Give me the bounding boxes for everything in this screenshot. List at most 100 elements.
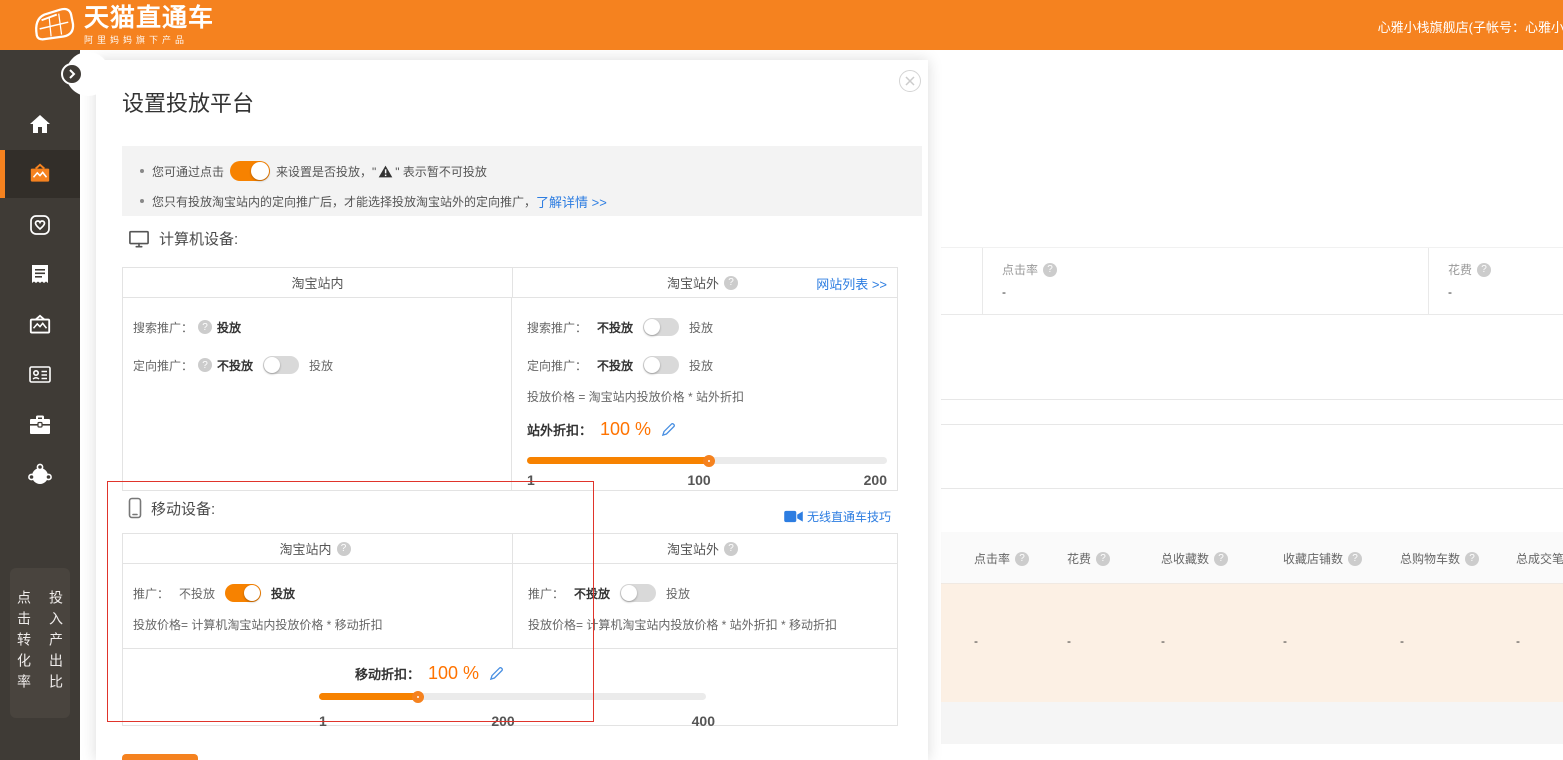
offsite-discount-label: 站外折扣： (527, 420, 592, 439)
computer-offsite-header: 淘宝站外 ? 网站列表 >> (513, 268, 897, 297)
sidebar-item-home[interactable] (0, 100, 80, 148)
help-icon[interactable]: ? (1096, 552, 1110, 566)
offsite-slider-handle[interactable] (703, 455, 715, 467)
monitor-icon (128, 229, 150, 249)
mobile-discount-slider[interactable] (319, 693, 706, 700)
scale-mid: 200 (491, 713, 514, 729)
confirm-button[interactable] (122, 754, 198, 760)
top-bar: 天猫直通车 阿里妈妈旗下产品 心雅小栈旗舰店(子帐号：心雅小栈 (0, 0, 1563, 50)
wireless-tips-link[interactable]: 无线直通车技巧 (780, 508, 891, 525)
sidebar-expand-button[interactable] (61, 63, 83, 85)
sidebar-item-favorites[interactable] (0, 201, 80, 249)
help-icon[interactable]: ? (724, 542, 738, 556)
help-icon[interactable]: ? (337, 542, 351, 556)
mobile-discount-row: 移动折扣： 100 % 1 200 400 (123, 648, 897, 725)
help-icon[interactable]: ? (198, 358, 212, 372)
status-off: 不投放 (179, 585, 215, 602)
status-off: 不投放 (217, 357, 253, 374)
computer-offsite-discount: 站外折扣： 100 % (527, 415, 887, 443)
mobile-slider-handle[interactable] (412, 691, 424, 703)
target-promo-label: 定向推广： (133, 357, 193, 374)
offsite-discount-slider[interactable] (527, 457, 887, 464)
promo-label: 推广： (528, 585, 564, 602)
edit-pencil-icon[interactable] (489, 666, 504, 681)
mobile-offsite-promo-row: 推广： 不投放 投放 (528, 578, 887, 608)
phone-icon (128, 497, 142, 519)
mobile-onsite-promo-row: 推广： 不投放 投放 (133, 578, 502, 608)
notice-text: 您只有投放淘宝站内的定向推广后，才能选择投放淘宝站外的定向推广， (152, 193, 536, 210)
mobile-onsite-formula: 投放价格= 计算机淘宝站内投放价格 * 移动折扣 (133, 616, 502, 633)
train-logo-icon (30, 6, 76, 46)
sidebar-item-tools[interactable] (0, 401, 80, 449)
notice-line-1: 您可通过点击 来设置是否投放，" " 表示暂不可投放 (140, 158, 904, 184)
briefcase-icon (28, 414, 52, 436)
sidebar-item-campaign[interactable] (0, 150, 80, 198)
scale-max: 400 (692, 713, 715, 729)
mobile-offsite-promo-toggle[interactable] (620, 584, 656, 602)
bullet-icon (140, 169, 144, 173)
status-on: 投放 (689, 357, 713, 374)
help-icon[interactable]: ? (1214, 552, 1228, 566)
report-table-footer-row (941, 702, 1563, 744)
help-icon[interactable]: ? (1348, 552, 1362, 566)
help-icon[interactable]: ? (198, 320, 212, 334)
video-camera-icon (784, 510, 803, 523)
account-name[interactable]: 心雅小栈旗舰店(子帐号：心雅小栈 (1378, 17, 1563, 36)
sidebar-item-network[interactable] (0, 451, 80, 499)
sidebar-metrics-panel[interactable]: 点击转化率 投入产出比 (10, 568, 70, 718)
col-header-carts: 总购物车数? (1400, 550, 1484, 567)
mobile-platform-table: 淘宝站内 ? 淘宝站外 ? 推广： 不投放 投放 投放价格= 计算机淘宝站内投 (122, 533, 898, 726)
app-logo[interactable]: 天猫直通车 阿里妈妈旗下产品 (30, 5, 214, 46)
report-table-row[interactable]: - - - - - - (941, 584, 1563, 702)
sidebar-item-accounts[interactable] (0, 351, 80, 399)
edit-pencil-icon[interactable] (661, 422, 676, 437)
computer-offsite-target-toggle[interactable] (643, 356, 679, 374)
app-title: 天猫直通车 (84, 5, 214, 31)
learn-more-link[interactable]: 了解详情 >> (536, 192, 607, 211)
stat-cost-label: 花费 (1448, 261, 1472, 278)
scale-max: 200 (864, 472, 887, 488)
divider (941, 488, 1563, 489)
help-icon[interactable]: ? (1465, 552, 1479, 566)
page: 天猫直通车 阿里妈妈旗下产品 心雅小栈旗舰店(子帐号：心雅小栈 (0, 0, 1563, 760)
help-icon[interactable]: ? (724, 276, 738, 290)
sidebar-item-reports[interactable] (0, 251, 80, 299)
modal-close-button[interactable] (899, 70, 921, 92)
divider (941, 424, 1563, 425)
computer-section-title: 计算机设备: (159, 228, 238, 249)
offsite-discount-value: 100 % (600, 419, 651, 440)
bullet-icon (140, 199, 144, 203)
notice-text: 来设置是否投放，" (276, 163, 376, 180)
help-icon[interactable]: ? (1015, 552, 1029, 566)
computer-onsite-target-row: 定向推广： ? 不投放 投放 (133, 350, 501, 380)
campaign-image-icon (27, 161, 53, 187)
computer-offsite-search-toggle[interactable] (643, 318, 679, 336)
mobile-discount-value: 100 % (428, 663, 479, 684)
status-off: 不投放 (574, 585, 610, 602)
col-header-cost: 花费? (1067, 550, 1115, 567)
computer-offsite-search-row: 搜索推广： 不投放 投放 (527, 312, 887, 342)
col-header-favorites: 总收藏数? (1161, 550, 1233, 567)
picture-icon (27, 312, 53, 338)
search-promo-label: 搜索推广： (527, 319, 587, 336)
cell-value: - (1161, 634, 1165, 648)
sidebar-item-creatives[interactable] (0, 301, 80, 349)
stat-ctr-value: - (1002, 285, 1428, 299)
scale-min: 1 (319, 713, 327, 729)
notice-line-2: 您只有投放淘宝站内的定向推广后，才能选择投放淘宝站外的定向推广， 了解详情 >> (140, 188, 904, 214)
help-icon[interactable]: ? (1477, 263, 1491, 277)
status-on: 投放 (271, 585, 295, 602)
notice-box: 您可通过点击 来设置是否投放，" " 表示暂不可投放 您只有投放淘宝站内的定向推… (122, 146, 922, 216)
website-list-link[interactable]: 网站列表 >> (816, 274, 887, 293)
metric-roi: 投入产出比 (46, 590, 66, 718)
notice-text: " 表示暂不可投放 (395, 163, 487, 180)
col-header-ctr: 点击率? (974, 550, 1034, 567)
col-header-deals: 总成交笔 (1516, 550, 1563, 567)
home-icon (28, 112, 52, 136)
computer-onsite-target-toggle[interactable] (263, 356, 299, 374)
computer-platform-table: 淘宝站内 淘宝站外 ? 网站列表 >> 搜索推广： ? 投放 定向推广： (122, 267, 898, 491)
search-promo-label: 搜索推广： (133, 319, 193, 336)
help-icon[interactable]: ? (1043, 263, 1057, 277)
mobile-onsite-promo-toggle[interactable] (225, 584, 261, 602)
cell-value: - (1400, 634, 1404, 648)
